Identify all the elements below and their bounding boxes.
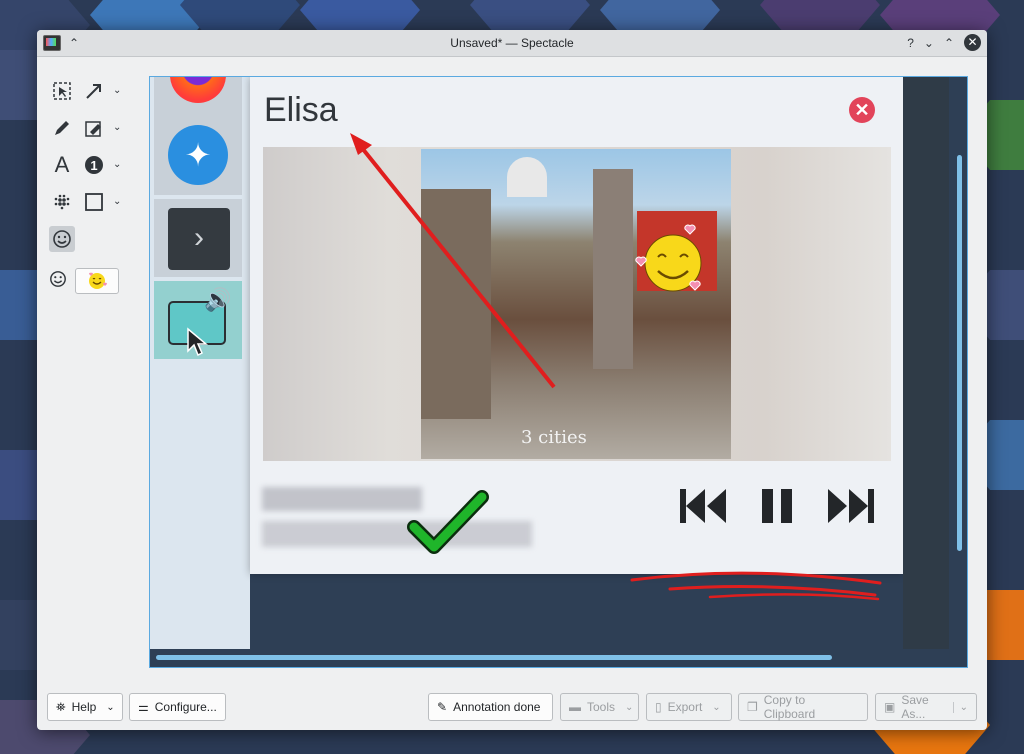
blur-icon[interactable] — [49, 189, 75, 215]
screenshot-canvas[interactable]: ✦ › 🔊 Elisa ✕ 3 cities — [149, 76, 968, 668]
copy-to-clipboard-button[interactable]: ❐ Copy to Clipboard — [738, 693, 868, 721]
close-window-icon[interactable]: ✕ — [964, 34, 981, 51]
annotation-done-label: Annotation done — [453, 700, 541, 714]
title-bar: ⌃ Unsaved* — Spectacle ? ⌄ ⌃ ✕ — [37, 30, 987, 57]
chevron-down-icon[interactable]: ⌄ — [113, 196, 123, 207]
select-icon[interactable] — [49, 78, 75, 104]
emoji-icon[interactable] — [49, 225, 75, 252]
green-checkmark-annotation — [407, 490, 489, 554]
chevron-down-icon: ⌄ — [106, 701, 115, 713]
help-lifebuoy-icon: ⛯ — [56, 699, 66, 714]
emoji-label-icon — [49, 270, 67, 293]
window-title: Unsaved* — Spectacle — [450, 36, 574, 50]
save-as-label: Save As... — [901, 693, 929, 721]
context-help-icon[interactable]: ? — [907, 36, 914, 50]
chevron-down-icon[interactable]: ⌄ — [113, 159, 123, 170]
export-document-icon: ▯ — [655, 700, 662, 714]
pencil-icon: ✎ — [437, 700, 448, 714]
number-icon[interactable]: 1 — [81, 152, 107, 178]
horizontal-scrollbar[interactable] — [156, 655, 832, 660]
chevron-down-icon: ⌄ — [952, 701, 968, 713]
toolbox-icon: ▬ — [569, 700, 581, 714]
copy-icon: ❐ — [747, 700, 758, 714]
export-button[interactable]: ▯ Export ⌄ — [646, 693, 732, 721]
tools-button-label: Tools — [587, 700, 616, 714]
arrow-icon[interactable] — [81, 78, 107, 104]
save-icon: ▣ — [884, 700, 896, 714]
smiling-face-hearts-sticker — [635, 224, 702, 292]
annotation-done-button[interactable]: ✎ Annotation done — [428, 693, 553, 721]
sticker-options — [49, 268, 119, 294]
smiling-face-hearts-icon — [86, 270, 108, 293]
red-arrow-annotation — [350, 133, 556, 389]
configure-button[interactable]: ⚌ Configure... — [129, 693, 226, 721]
chevron-down-icon: ⌄ — [712, 701, 721, 713]
bottom-button-bar: ⛯ Help ⌄ ⚌ Configure... ✎ Annotation don… — [47, 693, 977, 723]
annotation-layer — [350, 133, 882, 601]
chevron-down-icon[interactable]: ⌄ — [113, 122, 123, 133]
tools-button[interactable]: ▬ Tools ⌄ — [560, 693, 639, 721]
pen-icon[interactable] — [49, 115, 75, 141]
export-button-label: Export — [667, 700, 703, 714]
svg-text:1: 1 — [90, 158, 97, 173]
sticker-picker-button[interactable] — [75, 268, 119, 294]
configure-sliders-icon: ⚌ — [138, 700, 149, 714]
help-button[interactable]: ⛯ Help ⌄ — [47, 693, 123, 721]
save-as-button[interactable]: ▣ Save As... ⌄ — [875, 693, 977, 721]
minimize-icon[interactable]: ⌄ — [924, 36, 934, 50]
chevron-down-icon: ⌄ — [625, 701, 634, 713]
annotation-toolbar: ⌄ ⌄ A 1 ⌄ ⌄ — [49, 72, 139, 257]
vertical-scrollbar[interactable] — [957, 155, 962, 551]
maximize-icon[interactable]: ⌃ — [944, 36, 954, 50]
highlighter-icon[interactable] — [81, 115, 107, 141]
text-icon[interactable]: A — [49, 152, 75, 178]
spectacle-window: ⌃ Unsaved* — Spectacle ? ⌄ ⌃ ✕ ⌄ ⌄ A 1 ⌄… — [37, 30, 987, 730]
chevron-down-icon[interactable]: ⌄ — [113, 85, 123, 96]
red-underline-annotation — [630, 571, 882, 601]
rectangle-icon[interactable] — [81, 189, 107, 215]
copy-clipboard-label: Copy to Clipboard — [763, 693, 816, 721]
configure-button-label: Configure... — [154, 700, 217, 714]
help-button-label: Help — [71, 700, 97, 714]
